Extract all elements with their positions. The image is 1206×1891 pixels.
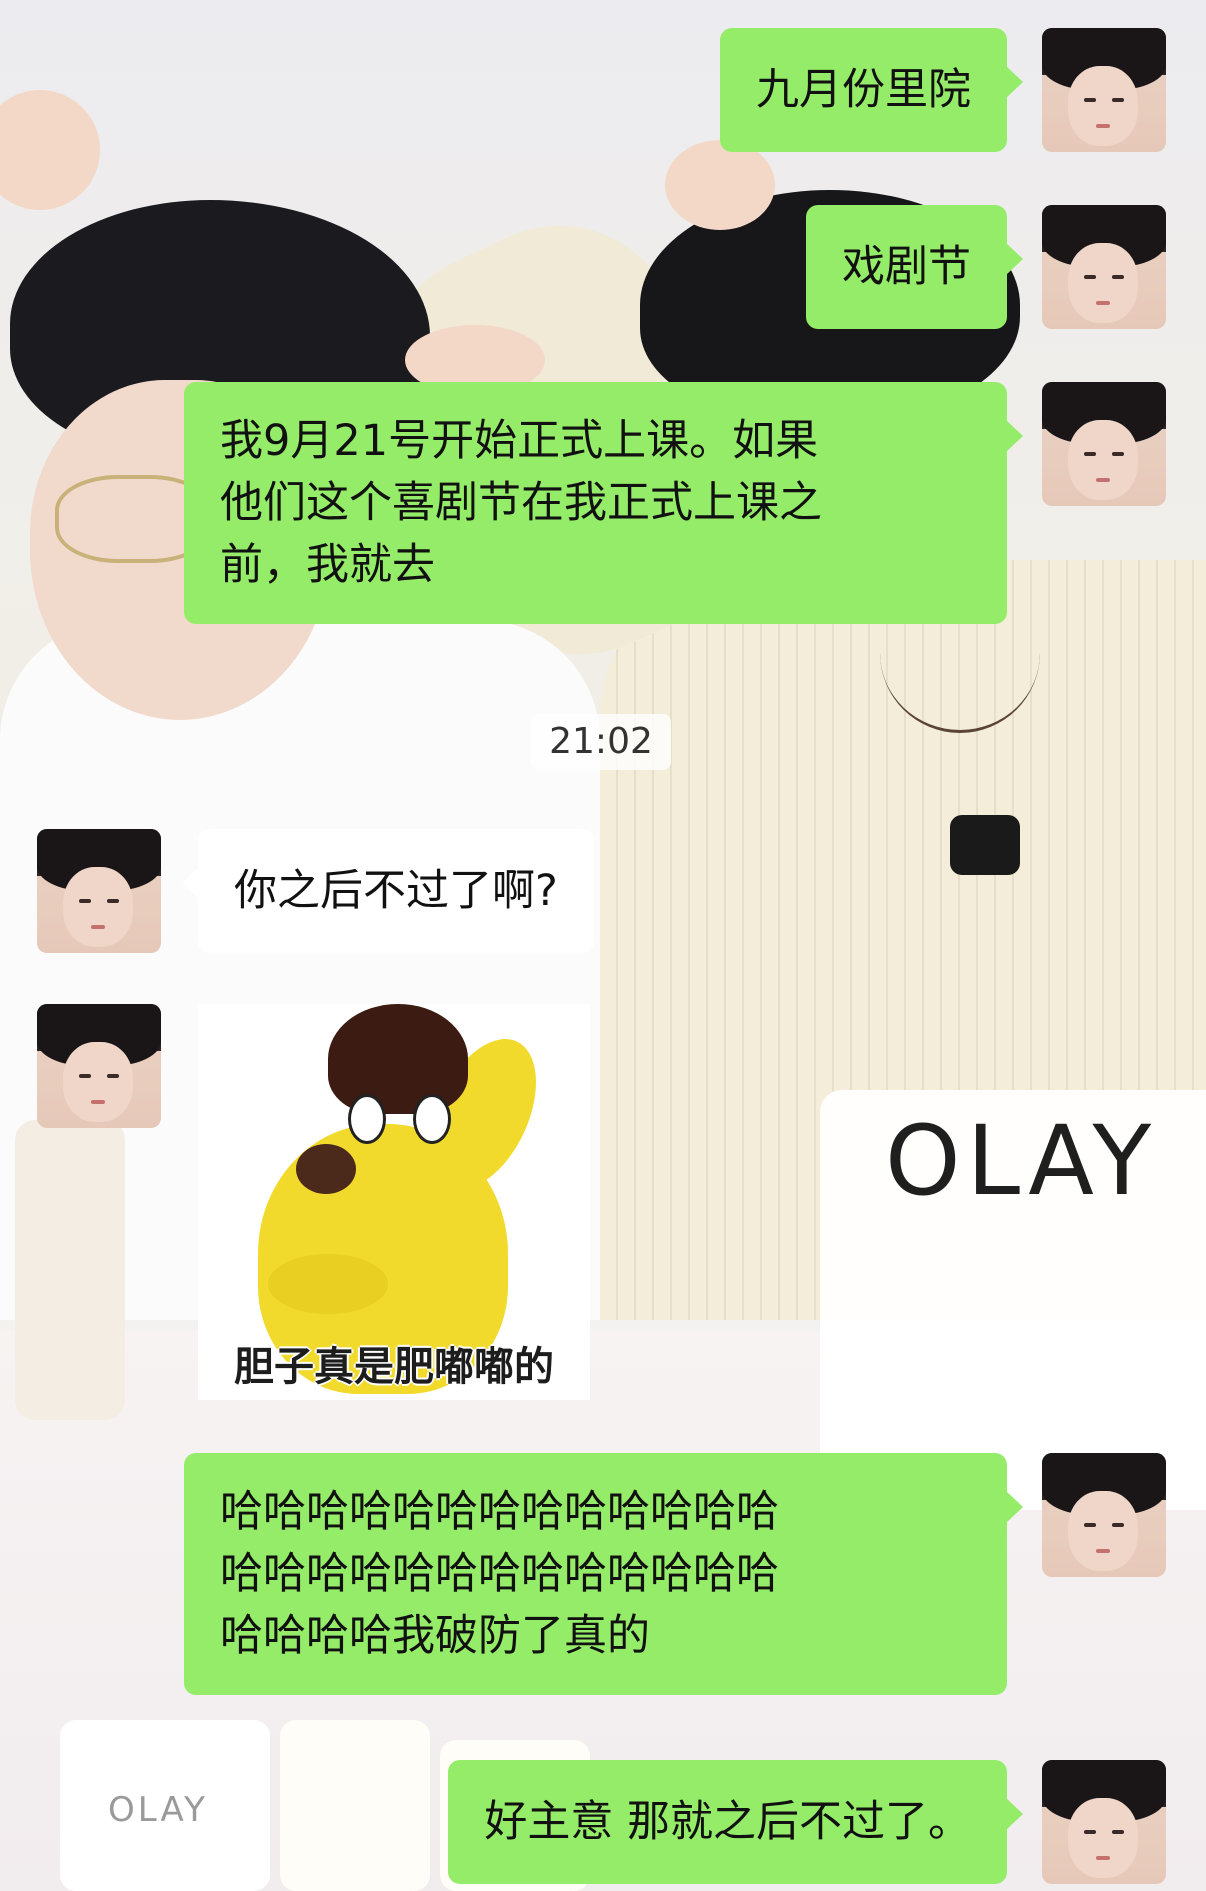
background-hand — [0, 90, 100, 210]
message-bubble-incoming[interactable]: 你之后不过了啊? — [182, 829, 594, 953]
message-bubble-outgoing[interactable]: 哈哈哈哈哈哈哈哈哈哈哈哈哈 哈哈哈哈哈哈哈哈哈哈哈哈哈 哈哈哈哈我破防了真的 — [184, 1453, 1023, 1695]
sticker-caption: 胆子真是肥嘟嘟的 — [234, 1344, 554, 1390]
background-bottle-brand-text: OLAY — [108, 1790, 208, 1830]
sticker-eye — [348, 1094, 386, 1144]
sticker-message[interactable]: 胆子真是肥嘟嘟的 — [198, 1004, 590, 1400]
sticker-arm — [268, 1254, 388, 1314]
avatar-self[interactable] — [1042, 1760, 1166, 1884]
avatar-contact[interactable] — [37, 1004, 161, 1128]
message-bubble-outgoing[interactable]: 戏剧节 — [806, 205, 1023, 329]
message-bubble-outgoing[interactable]: 我9月21号开始正式上课。如果 他们这个喜剧节在我正式上课之 前，我就去 — [184, 382, 1023, 624]
sticker-eye — [413, 1094, 451, 1144]
background-microphone — [950, 815, 1020, 875]
message-bubble-outgoing[interactable]: 好主意 那就之后不过了。 — [448, 1760, 1023, 1884]
sticker-hair — [328, 1004, 468, 1114]
background-bottle — [15, 1120, 125, 1420]
avatar-self[interactable] — [1042, 205, 1166, 329]
background-hand — [665, 140, 775, 230]
background-bottle — [280, 1720, 430, 1891]
sticker-nose — [296, 1144, 356, 1194]
avatar-self[interactable] — [1042, 1453, 1166, 1577]
background-brand-sign-text: OLAY — [885, 1105, 1158, 1217]
avatar-self[interactable] — [1042, 28, 1166, 152]
avatar-self[interactable] — [1042, 382, 1166, 506]
avatar-contact[interactable] — [37, 829, 161, 953]
message-bubble-outgoing[interactable]: 九月份里院 — [720, 28, 1023, 152]
message-timestamp: 21:02 — [531, 714, 671, 770]
